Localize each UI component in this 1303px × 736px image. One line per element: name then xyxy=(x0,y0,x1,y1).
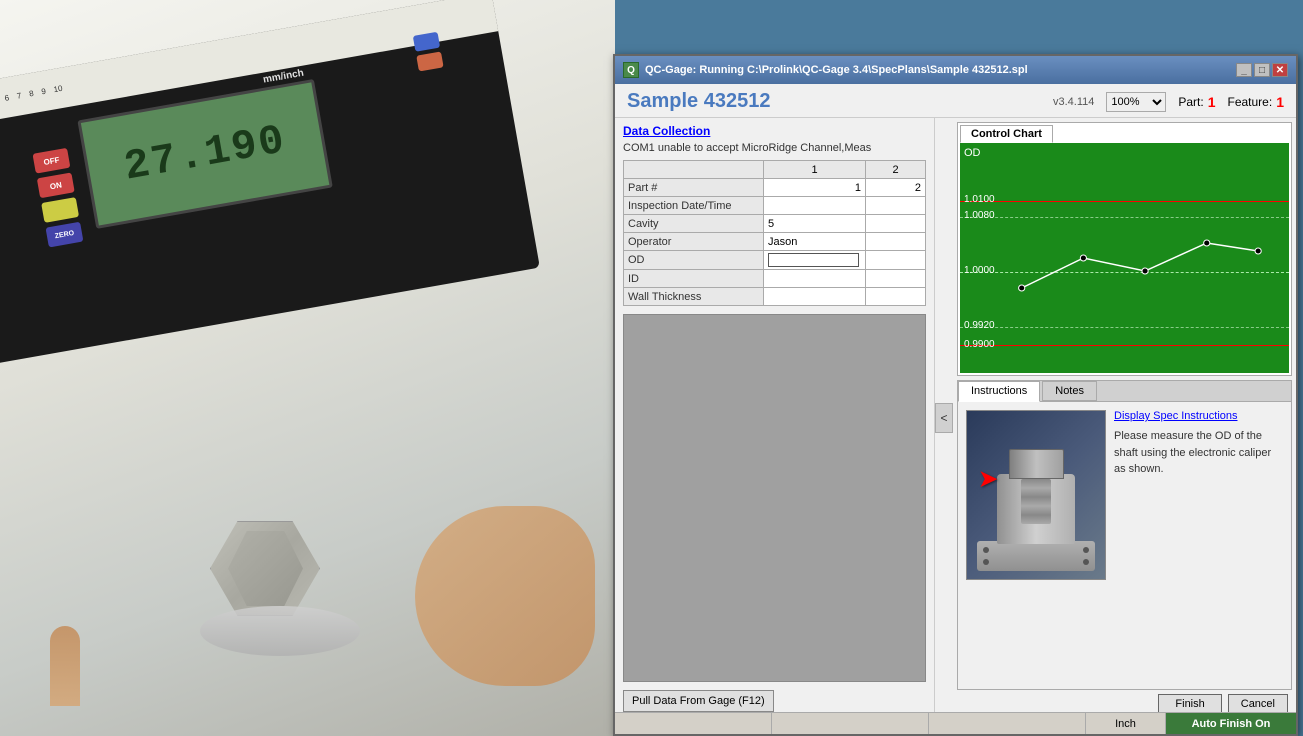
status-seg1 xyxy=(615,713,772,734)
right-panel: Control Chart OD 1.0100 xyxy=(953,118,1296,718)
control-chart-tab[interactable]: Control Chart xyxy=(960,125,1053,143)
row-label: Wall Thickness xyxy=(624,288,764,306)
status-seg2 xyxy=(772,713,929,734)
part-label: Part: xyxy=(1178,95,1203,109)
operator-val2 xyxy=(866,233,926,251)
title-text-group: Q QC-Gage: Running C:\Prolink\QC-Gage 3.… xyxy=(623,62,1028,78)
bottom-section: Instructions Notes xyxy=(957,380,1292,690)
red-arrow-icon: ➤ xyxy=(979,466,997,492)
col1-header: 1 xyxy=(764,161,866,179)
maximize-button[interactable]: □ xyxy=(1254,63,1270,77)
collapse-section: < xyxy=(935,118,953,718)
col-label-header xyxy=(624,161,764,179)
finish-button[interactable]: Finish xyxy=(1158,694,1221,714)
date-val1[interactable] xyxy=(764,197,866,215)
part-info: Part: 1 xyxy=(1178,94,1215,110)
zoom-select[interactable]: 100% 50% 75% 125% 150% xyxy=(1106,92,1166,112)
instruction-text-area: Display Spec Instructions Please measure… xyxy=(1114,410,1283,681)
instruction-text: Please measure the OD of the shaft using… xyxy=(1114,428,1283,478)
notes-tab[interactable]: Notes xyxy=(1042,381,1097,401)
data-collection-header: Data Collection xyxy=(623,124,926,138)
app-icon: Q xyxy=(623,62,639,78)
cavity-val1: 5 xyxy=(764,215,866,233)
chart-area: OD 1.0100 1.0080 1.0000 0.9 xyxy=(960,143,1289,373)
date-val2[interactable] xyxy=(866,197,926,215)
data-table: 1 2 Part # 1 2 Inspection Date/Time xyxy=(623,160,926,306)
left-panel: Data Collection COM1 unable to accept Mi… xyxy=(615,118,935,718)
row-label: Inspection Date/Time xyxy=(624,197,764,215)
action-buttons: Finish Cancel xyxy=(957,690,1292,714)
app-title: Sample 432512 xyxy=(627,90,770,113)
od-val2[interactable] xyxy=(866,251,926,270)
od-input-cell[interactable] xyxy=(764,251,866,270)
pull-data-button[interactable]: Pull Data From Gage (F12) xyxy=(623,690,774,712)
row-label: OD xyxy=(624,251,764,270)
table-row: Wall Thickness xyxy=(624,288,926,306)
table-row: Inspection Date/Time xyxy=(624,197,926,215)
table-row: OD xyxy=(624,251,926,270)
gray-data-area xyxy=(623,314,926,682)
row-label: Cavity xyxy=(624,215,764,233)
version-text: v3.4.114 xyxy=(1053,96,1094,108)
close-button[interactable]: ✕ xyxy=(1272,63,1288,77)
row-label: Part # xyxy=(624,179,764,197)
row-label: Operator xyxy=(624,233,764,251)
status-message: COM1 unable to accept MicroRidge Channel… xyxy=(623,142,926,154)
chart-tab-bar: Control Chart xyxy=(960,125,1289,143)
unit-display: Inch xyxy=(1086,713,1166,734)
feature-number: 1 xyxy=(1276,94,1284,110)
feature-label: Feature: xyxy=(1228,95,1273,109)
status-bar: Inch Auto Finish On xyxy=(615,712,1296,734)
instructions-tab[interactable]: Instructions xyxy=(958,381,1040,402)
content-area: Data Collection COM1 unable to accept Mi… xyxy=(615,118,1296,718)
table-row: Cavity 5 xyxy=(624,215,926,233)
col2-header: 2 xyxy=(866,161,926,179)
cancel-button[interactable]: Cancel xyxy=(1228,694,1288,714)
background-photo: 1 2 3 4 5 6 7 8 9 10 27.190 mm/inch OFF … xyxy=(0,0,615,736)
minimize-button[interactable]: _ xyxy=(1236,63,1252,77)
title-bar: Q QC-Gage: Running C:\Prolink\QC-Gage 3.… xyxy=(615,56,1296,84)
header-area: Sample 432512 v3.4.114 100% 50% 75% 125%… xyxy=(615,84,1296,118)
instruction-image: ➤ xyxy=(966,410,1106,580)
tab-content: ➤ Display Spec Instructions Please measu… xyxy=(958,402,1291,689)
id-val1[interactable] xyxy=(764,270,866,288)
part-number: 1 xyxy=(1208,94,1216,110)
table-row: Part # 1 2 xyxy=(624,179,926,197)
window-controls: _ □ ✕ xyxy=(1236,63,1288,77)
wt-val1[interactable] xyxy=(764,288,866,306)
wt-val2[interactable] xyxy=(866,288,926,306)
display-spec-link[interactable]: Display Spec Instructions xyxy=(1114,410,1283,422)
cavity-val2 xyxy=(866,215,926,233)
status-seg3 xyxy=(929,713,1086,734)
auto-finish-status: Auto Finish On xyxy=(1166,713,1296,734)
od-input[interactable] xyxy=(768,253,859,267)
table-row: ID xyxy=(624,270,926,288)
id-val2[interactable] xyxy=(866,270,926,288)
operator-val1: Jason xyxy=(764,233,866,251)
part-num-val2: 2 xyxy=(866,179,926,197)
main-window: Q QC-Gage: Running C:\Prolink\QC-Gage 3.… xyxy=(613,54,1298,736)
feature-info: Feature: 1 xyxy=(1228,94,1285,110)
window-title: QC-Gage: Running C:\Prolink\QC-Gage 3.4\… xyxy=(645,64,1028,76)
part-num-val: 1 xyxy=(764,179,866,197)
collapse-button[interactable]: < xyxy=(935,403,953,433)
control-chart-container: Control Chart OD 1.0100 xyxy=(957,122,1292,376)
table-row: Operator Jason xyxy=(624,233,926,251)
row-label: ID xyxy=(624,270,764,288)
chart-svg xyxy=(960,143,1289,373)
zoom-control: 100% 50% 75% 125% 150% xyxy=(1106,92,1166,112)
tab-bar: Instructions Notes xyxy=(958,381,1291,402)
